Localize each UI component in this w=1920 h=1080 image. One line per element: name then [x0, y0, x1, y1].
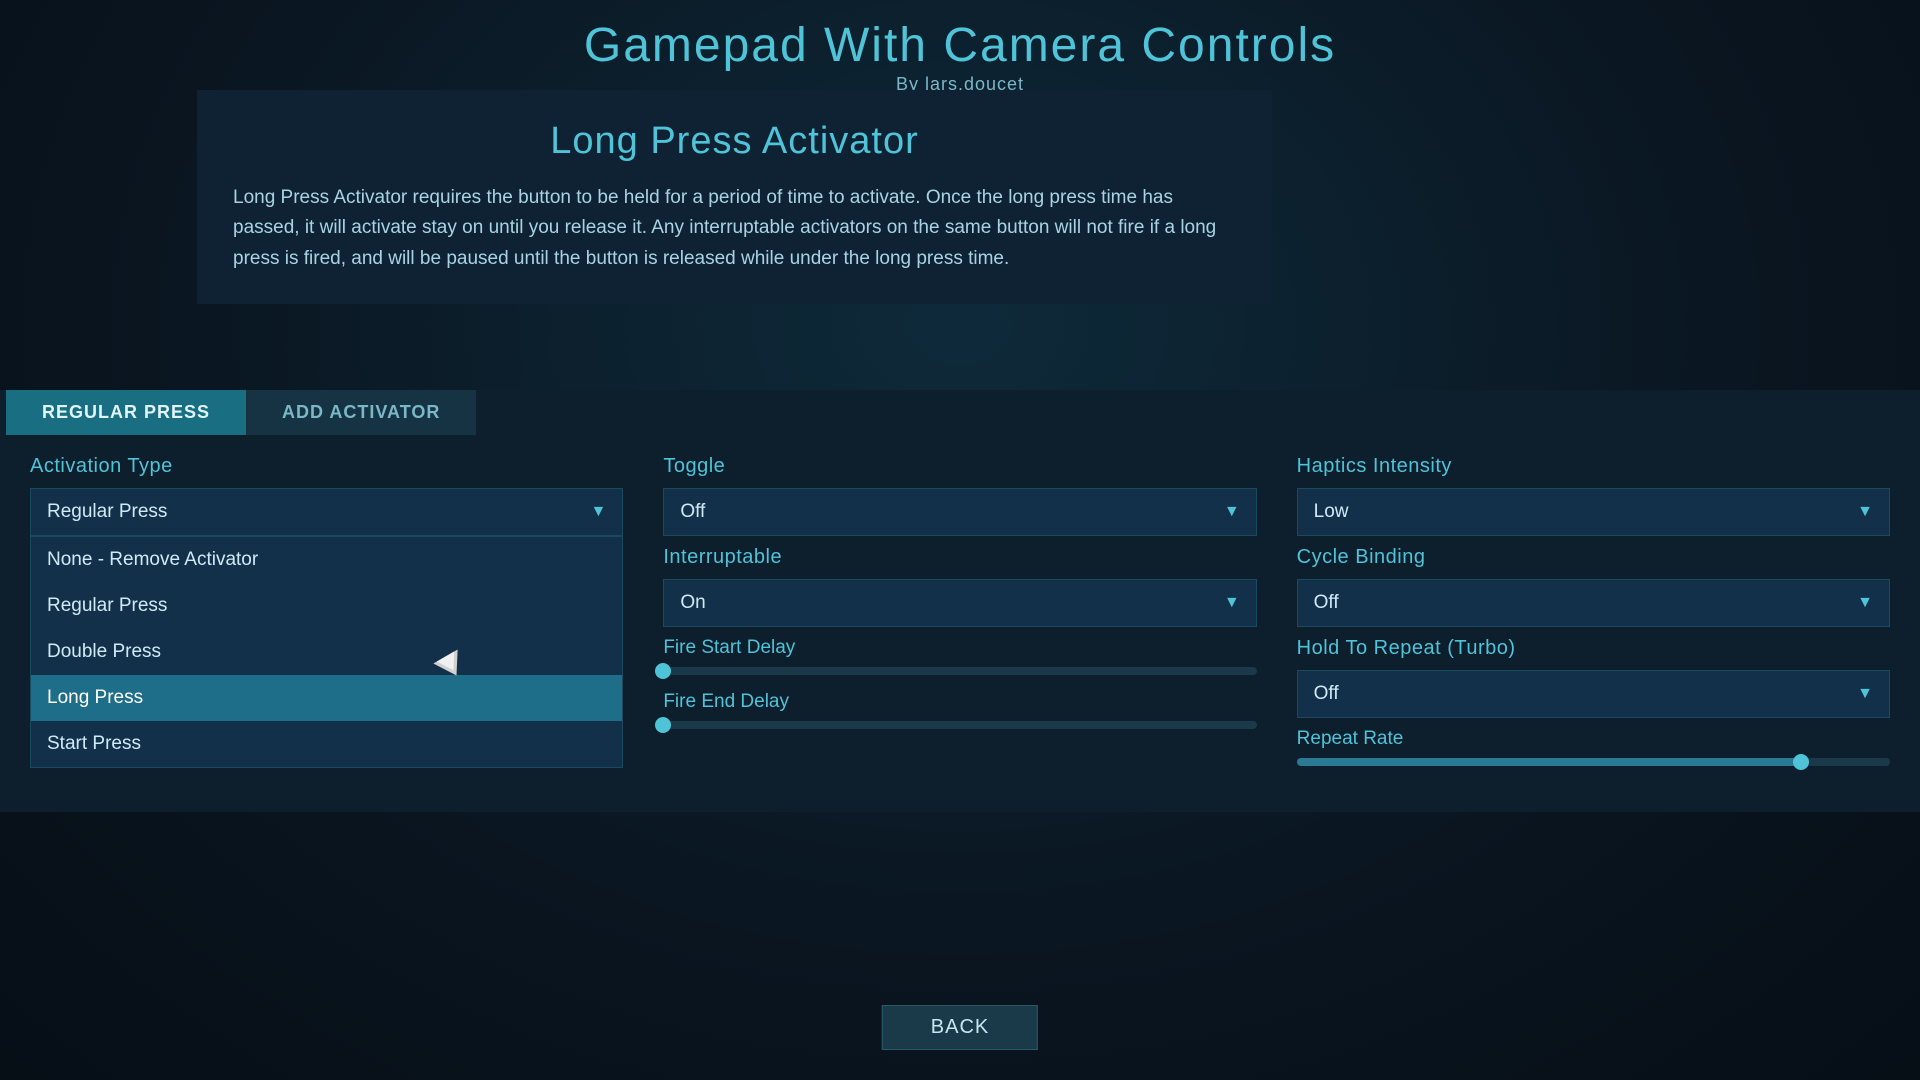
cycle-dropdown-wrapper: Off ▼ — [1297, 579, 1890, 627]
fire-start-delay-thumb[interactable] — [655, 663, 671, 679]
repeat-rate-container: Repeat Rate — [1297, 728, 1890, 766]
dropdown-item-double[interactable]: Double Press — [31, 629, 622, 675]
dropdown-arrow-icon: ▼ — [590, 503, 606, 521]
fire-end-delay-label: Fire End Delay — [663, 691, 1256, 713]
cycle-value: Off — [1314, 592, 1339, 614]
fire-start-delay-container: Fire Start Delay — [663, 637, 1256, 675]
activation-type-value: Regular Press — [47, 501, 167, 523]
toggle-value: Off — [680, 501, 705, 523]
tab-regular-press[interactable]: REGULAR PRESS — [6, 390, 246, 435]
toggle-label: Toggle — [663, 455, 1256, 478]
fire-start-delay-track[interactable] — [663, 667, 1256, 675]
columns: Activation Type Regular Press ▼ None - R… — [0, 435, 1920, 812]
activation-type-label: Activation Type — [30, 455, 623, 478]
repeat-rate-label: Repeat Rate — [1297, 728, 1890, 750]
middle-column: Toggle Off ▼ Interruptable On ▼ Fire Sta… — [653, 445, 1266, 792]
controls-area: REGULAR PRESS ADD ACTIVATOR Activation T… — [0, 390, 1920, 812]
hold-dropdown-arrow-icon: ▼ — [1857, 685, 1873, 703]
cycle-label: Cycle Binding — [1297, 546, 1890, 569]
cycle-dropdown[interactable]: Off ▼ — [1297, 579, 1890, 627]
haptics-label: Haptics Intensity — [1297, 455, 1890, 478]
right-column: Haptics Intensity Low ▼ Cycle Binding Of… — [1287, 445, 1900, 792]
interruptable-dropdown-arrow-icon: ▼ — [1224, 594, 1240, 612]
haptics-dropdown-arrow-icon: ▼ — [1857, 503, 1873, 521]
activation-type-dropdown[interactable]: Regular Press ▼ — [30, 488, 623, 536]
haptics-dropdown[interactable]: Low ▼ — [1297, 488, 1890, 536]
cycle-dropdown-arrow-icon: ▼ — [1857, 594, 1873, 612]
page-title: Gamepad With Camera Controls — [0, 18, 1920, 73]
repeat-rate-track[interactable] — [1297, 758, 1890, 766]
dropdown-item-long[interactable]: Long Press — [31, 675, 622, 721]
fire-end-delay-thumb[interactable] — [655, 717, 671, 733]
fire-end-delay-container: Fire End Delay — [663, 691, 1256, 729]
hold-label: Hold To Repeat (Turbo) — [1297, 637, 1890, 660]
dropdown-item-start[interactable]: Start Press — [31, 721, 622, 767]
interruptable-value: On — [680, 592, 705, 614]
left-column: Activation Type Regular Press ▼ None - R… — [20, 445, 633, 792]
toggle-dropdown[interactable]: Off ▼ — [663, 488, 1256, 536]
repeat-rate-thumb[interactable] — [1793, 754, 1809, 770]
fire-start-delay-label: Fire Start Delay — [663, 637, 1256, 659]
activation-type-dropdown-list: None - Remove Activator Regular Press Do… — [30, 536, 623, 768]
hold-value: Off — [1314, 683, 1339, 705]
interruptable-dropdown-wrapper: On ▼ — [663, 579, 1256, 627]
panel-title: Long Press Activator — [233, 120, 1236, 163]
toggle-dropdown-arrow-icon: ▼ — [1224, 503, 1240, 521]
repeat-rate-fill — [1297, 758, 1801, 766]
content-panel: Long Press Activator Long Press Activato… — [197, 90, 1272, 304]
tab-add-activator[interactable]: ADD ACTIVATOR — [246, 390, 476, 435]
back-button[interactable]: BACK — [882, 1005, 1038, 1050]
toggle-dropdown-wrapper: Off ▼ — [663, 488, 1256, 536]
activation-type-dropdown-wrapper: Regular Press ▼ None - Remove Activator … — [30, 488, 623, 536]
tab-bar: REGULAR PRESS ADD ACTIVATOR — [6, 390, 1920, 435]
haptics-value: Low — [1314, 501, 1349, 523]
hold-dropdown-wrapper: Off ▼ — [1297, 670, 1890, 718]
dropdown-item-none[interactable]: None - Remove Activator — [31, 537, 622, 583]
dropdown-item-regular[interactable]: Regular Press — [31, 583, 622, 629]
haptics-dropdown-wrapper: Low ▼ — [1297, 488, 1890, 536]
panel-description: Long Press Activator requires the button… — [233, 183, 1236, 274]
interruptable-dropdown[interactable]: On ▼ — [663, 579, 1256, 627]
fire-end-delay-track[interactable] — [663, 721, 1256, 729]
interruptable-label: Interruptable — [663, 546, 1256, 569]
hold-dropdown[interactable]: Off ▼ — [1297, 670, 1890, 718]
